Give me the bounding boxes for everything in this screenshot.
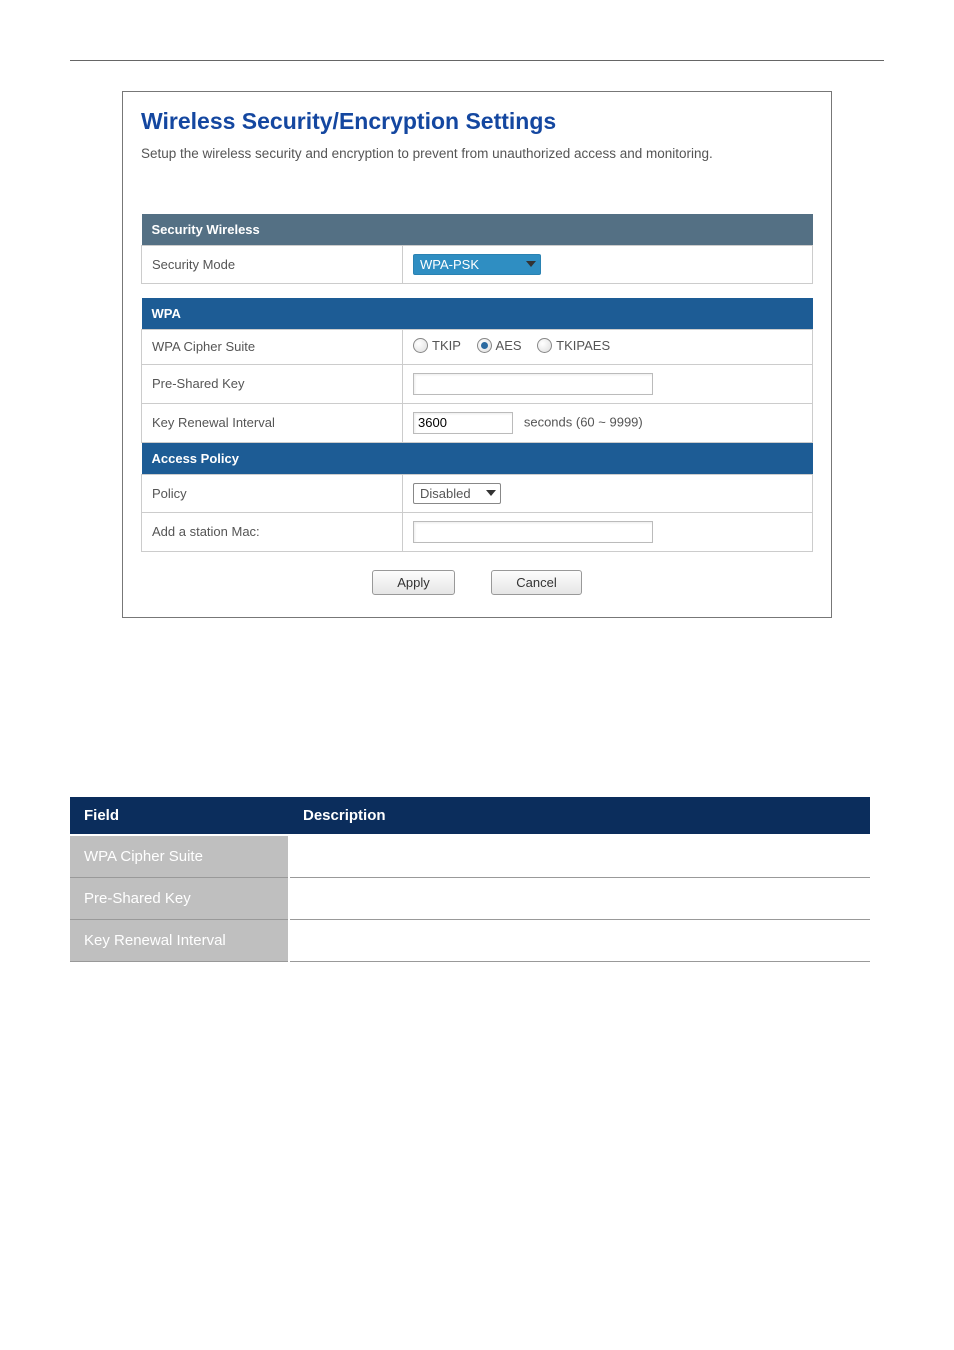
table-row: Pre-Shared Key Set the WPA-PSK/WPA2-PSK … (70, 877, 870, 919)
cancel-button[interactable]: Cancel (491, 570, 581, 595)
interval-suffix: seconds (60 ~ 9999) (524, 414, 643, 429)
footer-page: 38 (870, 1307, 884, 1322)
station-mac-input[interactable] (413, 521, 653, 543)
chevron-down-icon (526, 261, 536, 267)
wpa-section: WPA WPA Cipher Suite TKIP AES TKIPAES Pr… (141, 298, 813, 552)
station-mac-label: Add a station Mac: (142, 512, 403, 551)
page: Wireless Security/Encryption Settings Se… (0, 0, 954, 1350)
security-mode-value: WPA-PSK (420, 257, 479, 272)
table-head-field: Field (70, 797, 289, 835)
access-section-header: Access Policy (142, 442, 813, 474)
section-paragraph: If WPA-PSK or WPA2-PSK is selected, the … (70, 720, 884, 767)
field-description-table: Field Description WPA Cipher Suite Selec… (70, 797, 870, 962)
table-head-desc: Description (289, 797, 870, 835)
apply-button[interactable]: Apply (372, 570, 455, 595)
wpa-cipher-options: TKIP AES TKIPAES (403, 329, 813, 364)
section-heading: WPA-PSK/WPA2-PSK (70, 688, 884, 712)
cipher-radio-tkipaes[interactable]: TKIPAES (537, 338, 610, 353)
interval-input[interactable] (413, 412, 513, 434)
cipher-radio-aes[interactable]: AES (477, 338, 522, 353)
row-desc: Select TKIP, AES, or TKIPAES as the WPA … (289, 835, 870, 878)
security-mode-select[interactable]: WPA-PSK (413, 254, 541, 275)
table-row: Key Renewal Interval Set the key renewal… (70, 919, 870, 961)
security-section: Security Wireless Security Mode WPA-PSK (141, 214, 813, 284)
wpa-cipher-label: WPA Cipher Suite (142, 329, 403, 364)
wpa-section-header: WPA (142, 298, 813, 330)
psk-input[interactable] (413, 373, 653, 395)
panel-description: Setup the wireless security and encrypti… (141, 145, 813, 164)
interval-label: Key Renewal Interval (142, 403, 403, 442)
chevron-down-icon (486, 490, 496, 496)
table-row: WPA Cipher Suite Select TKIP, AES, or TK… (70, 835, 870, 878)
security-section-header: Security Wireless (142, 214, 813, 246)
settings-panel: Wireless Security/Encryption Settings Se… (122, 91, 832, 618)
row-label: Pre-Shared Key (70, 877, 289, 919)
row-label: WPA Cipher Suite (70, 835, 289, 878)
policy-value: Disabled (420, 486, 471, 501)
footer-model: WNRT-300G (70, 1307, 144, 1322)
psk-label: Pre-Shared Key (142, 364, 403, 403)
row-label: Key Renewal Interval (70, 919, 289, 961)
button-row: Apply Cancel (141, 570, 813, 595)
policy-select[interactable]: Disabled (413, 483, 501, 504)
policy-label: Policy (142, 474, 403, 512)
row-desc: Set the WPA-PSK/WPA2-PSK key. (289, 877, 870, 919)
panel-title: Wireless Security/Encryption Settings (141, 108, 813, 135)
header-rule (70, 60, 884, 61)
row-desc: Set the key renewal interval, which is 6… (289, 919, 870, 961)
security-mode-label: Security Mode (142, 245, 403, 283)
cipher-radio-tkip[interactable]: TKIP (413, 338, 461, 353)
